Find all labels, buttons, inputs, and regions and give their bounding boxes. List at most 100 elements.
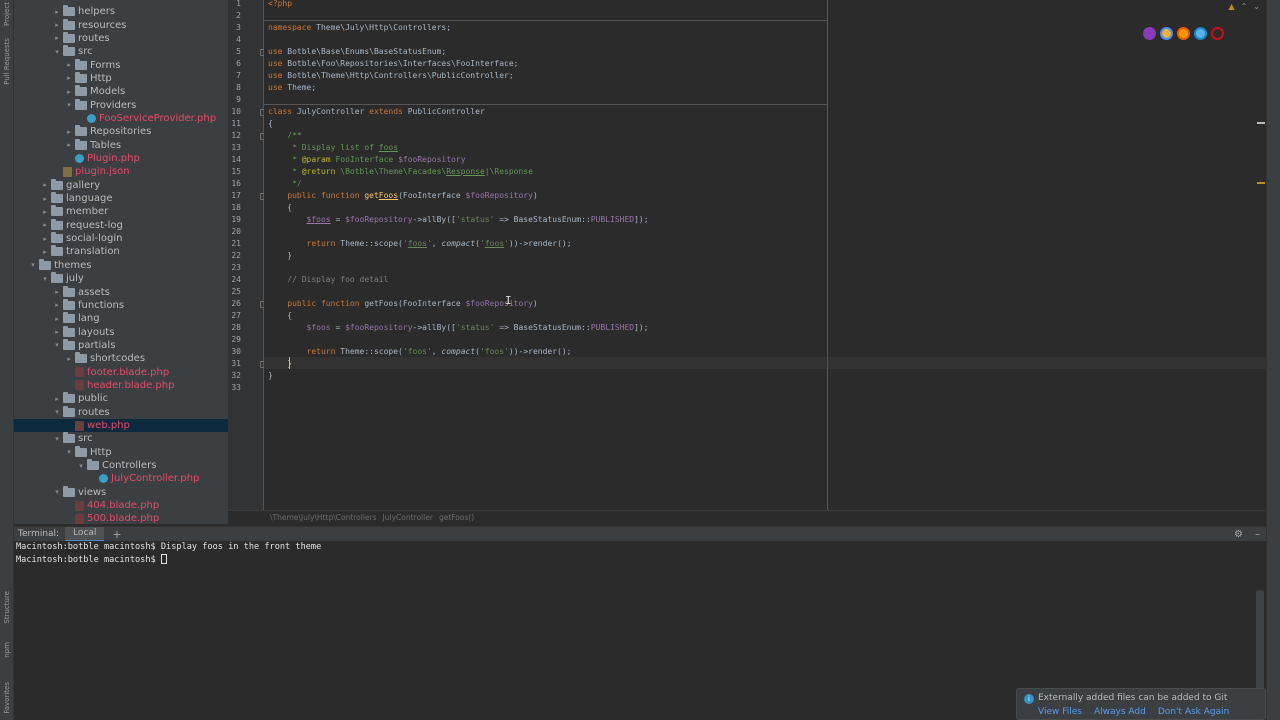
browser-icons <box>1143 27 1224 40</box>
tree-item[interactable]: ▾ src <box>14 45 228 58</box>
tree-item[interactable]: ▸ member <box>14 205 228 218</box>
gear-icon[interactable]: ⚙ <box>1234 529 1243 540</box>
code-editor[interactable]: <?php namespace Theme\July\Http\Controll… <box>264 0 1266 510</box>
tree-item[interactable]: ▸ layouts <box>14 325 228 338</box>
tree-item[interactable]: ▸ gallery <box>14 178 228 192</box>
chevron-down-icon[interactable]: ▾ <box>52 48 62 56</box>
tree-item-label: Controllers <box>102 460 157 472</box>
tree-item[interactable]: ▸ shortcodes <box>14 352 228 365</box>
tree-item[interactable]: ▸ Models <box>14 85 228 98</box>
tree-item[interactable]: ▸ translation <box>14 245 228 258</box>
tree-item[interactable]: ▸ lang <box>14 312 228 325</box>
breadcrumb-class[interactable]: JulyController <box>383 513 433 522</box>
chevron-down-icon[interactable]: ▾ <box>40 275 50 283</box>
tool-tab-npm[interactable]: npm <box>0 638 14 662</box>
tree-item[interactable]: ▸ functions <box>14 298 228 312</box>
chevron-right-icon[interactable]: ▸ <box>64 355 74 363</box>
tree-item-label: helpers <box>78 6 116 18</box>
tree-item[interactable]: ▸ Forms <box>14 58 228 71</box>
tool-tab-project[interactable]: Project <box>0 2 14 26</box>
tree-item[interactable]: ▸plugin.json <box>14 165 228 178</box>
tool-tab-pull-requests[interactable]: Pull Requests <box>0 30 14 92</box>
tree-item[interactable]: ▾ Controllers <box>14 459 228 472</box>
tree-item[interactable]: ▸404.blade.php <box>14 499 228 512</box>
view-files-link[interactable]: View Files <box>1038 707 1082 717</box>
tree-item[interactable]: ▸ helpers <box>14 5 228 18</box>
tree-item[interactable]: ▾ Providers <box>14 98 228 111</box>
chevron-down-icon[interactable]: ▾ <box>28 261 38 269</box>
php-file-icon <box>75 380 84 391</box>
tree-item[interactable]: ▸ Tables <box>14 138 228 152</box>
tree-item[interactable]: ▸500.blade.php <box>14 512 228 524</box>
chevron-right-icon[interactable]: ▸ <box>52 8 62 16</box>
tree-item[interactable]: ▸ assets <box>14 285 228 298</box>
chevron-right-icon[interactable]: ▸ <box>64 128 74 136</box>
tree-item[interactable]: ▸ language <box>14 192 228 205</box>
chevron-up-icon[interactable]: ⌃ <box>1241 2 1248 11</box>
chevron-right-icon[interactable]: ▸ <box>52 288 62 296</box>
chevron-right-icon[interactable]: ▸ <box>40 248 50 256</box>
chevron-right-icon[interactable]: ▸ <box>40 221 50 229</box>
chevron-down-icon[interactable]: ▾ <box>52 435 62 443</box>
always-add-link[interactable]: Always Add <box>1094 707 1146 717</box>
scroll-marker[interactable] <box>1257 182 1265 184</box>
tree-item[interactable]: ▾ src <box>14 432 228 445</box>
tree-item[interactable]: ▸FooServiceProvider.php <box>14 112 228 125</box>
tree-item-label: src <box>78 433 93 445</box>
tree-item[interactable]: ▾ themes <box>14 258 228 272</box>
scroll-marker[interactable] <box>1257 122 1265 124</box>
tree-item[interactable]: ▸web.php <box>14 418 228 433</box>
minimize-icon[interactable]: – <box>1255 529 1260 540</box>
tree-item[interactable]: ▾ views <box>14 485 228 499</box>
chevron-right-icon[interactable]: ▸ <box>64 141 74 149</box>
opera-icon[interactable] <box>1211 27 1224 40</box>
warning-icon[interactable]: ▲ <box>1228 2 1234 11</box>
chevron-down-icon[interactable]: ▾ <box>76 462 86 470</box>
chevron-down-icon[interactable]: ▾ <box>52 341 62 349</box>
new-terminal-button[interactable]: + <box>104 528 129 541</box>
chevron-right-icon[interactable]: ▸ <box>64 88 74 96</box>
chevron-right-icon[interactable]: ▸ <box>64 61 74 69</box>
tree-item[interactable]: ▾ partials <box>14 338 228 352</box>
chevron-down-icon[interactable]: ▾ <box>64 448 74 456</box>
chevron-right-icon[interactable]: ▸ <box>52 328 62 336</box>
breadcrumb-namespace[interactable]: \Theme\July\Http\Controllers <box>270 513 377 522</box>
tool-tab-structure[interactable]: Structure <box>0 585 14 629</box>
chevron-right-icon[interactable]: ▸ <box>64 74 74 82</box>
tree-item[interactable]: ▸ routes <box>14 31 228 45</box>
chevron-right-icon[interactable]: ▸ <box>40 181 50 189</box>
firefox-icon[interactable] <box>1177 27 1190 40</box>
dont-ask-again-link[interactable]: Don't Ask Again <box>1158 707 1230 717</box>
chevron-right-icon[interactable]: ▸ <box>40 195 50 203</box>
phpstorm-icon[interactable] <box>1143 27 1156 40</box>
chevron-right-icon[interactable]: ▸ <box>52 315 62 323</box>
chevron-right-icon[interactable]: ▸ <box>52 34 62 42</box>
tree-item[interactable]: ▸ social-login <box>14 232 228 245</box>
chevron-down-icon[interactable]: ▾ <box>52 488 62 496</box>
tree-item[interactable]: ▾ Http <box>14 445 228 459</box>
tree-item[interactable]: ▸ request-log <box>14 218 228 232</box>
chevron-down-icon[interactable]: ▾ <box>52 408 62 416</box>
terminal-tab-local[interactable]: Local <box>65 526 105 542</box>
chevron-right-icon[interactable]: ▸ <box>52 21 62 29</box>
tree-item[interactable]: ▸Plugin.php <box>14 152 228 165</box>
breadcrumb-method[interactable]: getFoos() <box>439 513 474 522</box>
safari-icon[interactable] <box>1194 27 1207 40</box>
chevron-down-icon[interactable]: ⌄ <box>1253 2 1260 11</box>
tree-item[interactable]: ▸ public <box>14 392 228 405</box>
tree-item[interactable]: ▾ july <box>14 272 228 285</box>
chevron-right-icon[interactable]: ▸ <box>52 395 62 403</box>
chrome-icon[interactable] <box>1160 27 1173 40</box>
tree-item[interactable]: ▸header.blade.php <box>14 379 228 392</box>
chevron-right-icon[interactable]: ▸ <box>40 235 50 243</box>
tool-tab-favorites[interactable]: Favorites <box>0 678 14 718</box>
tree-item[interactable]: ▸ Http <box>14 71 228 85</box>
tree-item[interactable]: ▸ resources <box>14 18 228 31</box>
tree-item[interactable]: ▾ routes <box>14 405 228 419</box>
tree-item[interactable]: ▸JulyController.php <box>14 472 228 485</box>
tree-item[interactable]: ▸footer.blade.php <box>14 365 228 378</box>
chevron-right-icon[interactable]: ▸ <box>40 208 50 216</box>
chevron-down-icon[interactable]: ▾ <box>64 101 74 109</box>
chevron-right-icon[interactable]: ▸ <box>52 301 62 309</box>
tree-item[interactable]: ▸ Repositories <box>14 125 228 138</box>
